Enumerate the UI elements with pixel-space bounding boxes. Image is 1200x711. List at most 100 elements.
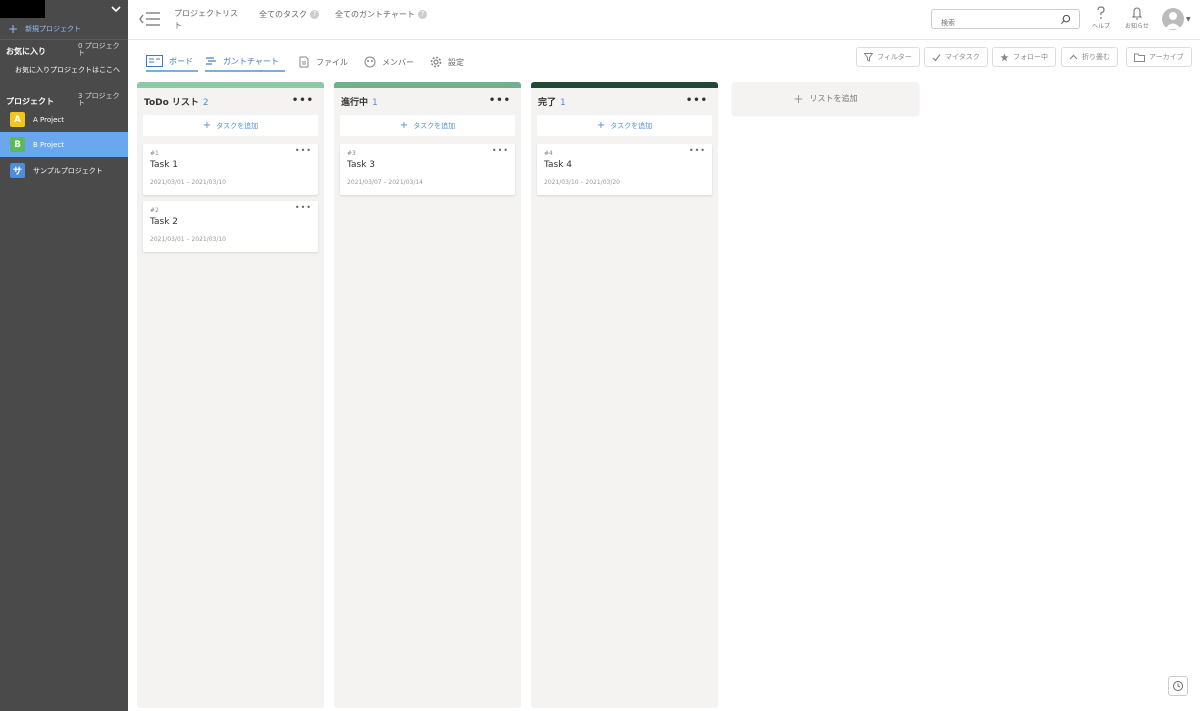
filter-button[interactable]: フィルター bbox=[856, 47, 920, 67]
search-input[interactable] bbox=[932, 14, 1047, 32]
my-tasks-button[interactable]: マイタスク bbox=[924, 47, 988, 67]
search-icon[interactable] bbox=[1060, 14, 1071, 25]
user-icon bbox=[1165, 12, 1181, 29]
column-title[interactable]: 完了 1 bbox=[538, 95, 566, 108]
help-button[interactable]: ヘルプ bbox=[1086, 6, 1116, 36]
project-list-link[interactable]: プロジェクトリスト bbox=[174, 8, 238, 32]
notifications-label: お知らせ bbox=[1125, 23, 1149, 30]
task-dates: 2021/03/01 – 2021/03/10 bbox=[150, 236, 226, 243]
new-project-button[interactable]: + 新規プロジェクト bbox=[8, 22, 81, 36]
all-tasks-label: 全てのタスク bbox=[259, 10, 307, 19]
all-tasks-link[interactable]: 全てのタスク? bbox=[259, 9, 319, 20]
add-task-label: タスクを追加 bbox=[216, 121, 259, 130]
card-more-icon[interactable]: ••• bbox=[492, 146, 509, 155]
chevron-up-icon bbox=[1069, 54, 1078, 59]
help-label: ヘルプ bbox=[1091, 23, 1110, 30]
column-more-icon[interactable]: ••• bbox=[489, 95, 511, 106]
collapse-button[interactable]: 折り畳む bbox=[1061, 47, 1118, 67]
tab-members[interactable]: メンバー bbox=[364, 52, 414, 72]
column-color-bar bbox=[531, 82, 718, 88]
add-task-label: タスクを追加 bbox=[413, 121, 456, 130]
column-count: 1 bbox=[560, 98, 566, 108]
task-card[interactable]: #4 Task 4 2021/03/10 – 2021/03/20 ••• bbox=[537, 144, 712, 195]
plus-icon: + bbox=[399, 120, 409, 131]
file-icon bbox=[299, 56, 309, 68]
card-more-icon[interactable]: ••• bbox=[295, 203, 312, 212]
card-more-icon[interactable]: ••• bbox=[295, 146, 312, 155]
sidebar-top bbox=[0, 0, 128, 20]
menu-collapse-icon[interactable] bbox=[138, 10, 162, 28]
add-task-button[interactable]: + タスクを追加 bbox=[143, 115, 318, 136]
add-list-button[interactable]: + リストを追加 bbox=[732, 82, 919, 115]
filter-icon bbox=[864, 52, 873, 62]
tab-board-label: ボード bbox=[169, 56, 193, 66]
column-count: 1 bbox=[372, 98, 378, 108]
following-label: フォロー中 bbox=[1013, 53, 1048, 61]
following-button[interactable]: フォロー中 bbox=[992, 47, 1056, 67]
sidebar-item-label: サンプルプロジェクト bbox=[33, 166, 103, 175]
plus-icon: + bbox=[202, 120, 212, 131]
sidebar-item-a-project[interactable]: A A Project bbox=[0, 107, 128, 132]
plus-icon: + bbox=[596, 120, 606, 131]
add-task-button[interactable]: + タスクを追加 bbox=[340, 115, 515, 136]
card-more-icon[interactable]: ••• bbox=[689, 146, 706, 155]
task-dates: 2021/03/01 – 2021/03/10 bbox=[150, 179, 226, 186]
history-button[interactable] bbox=[1168, 676, 1188, 696]
caret-down-icon[interactable]: ▼ bbox=[1186, 16, 1191, 23]
column-title-label: 進行中 bbox=[341, 98, 369, 108]
all-gantt-link[interactable]: 全てのガントチャート? bbox=[335, 9, 427, 20]
task-dates: 2021/03/10 – 2021/03/20 bbox=[544, 179, 620, 186]
board-column-in-progress: 進行中 1 ••• + タスクを追加 #3 Task 3 2021/03/07 – … bbox=[334, 82, 521, 708]
project-badge: A bbox=[10, 112, 25, 127]
sidebar-item-label: A Project bbox=[33, 115, 64, 124]
chevron-down-icon[interactable] bbox=[110, 3, 122, 15]
archive-label: アーカイブ bbox=[1149, 53, 1184, 61]
tab-gantt[interactable]: ガントチャート bbox=[205, 52, 285, 72]
plus-icon: + bbox=[8, 22, 19, 36]
top-header: プロジェクトリスト 全てのタスク? 全てのガントチャート? ヘルプ お知らせ ▼ bbox=[128, 0, 1200, 40]
task-card[interactable]: #3 Task 3 2021/03/07 – 2021/03/14 ••• bbox=[340, 144, 515, 195]
tab-members-label: メンバー bbox=[382, 57, 414, 67]
favorites-empty-hint: お気に入りプロジェクトはここへ bbox=[15, 66, 120, 74]
avatar[interactable] bbox=[1162, 8, 1184, 30]
tab-files[interactable]: ファイル bbox=[298, 52, 348, 72]
add-task-button[interactable]: + タスクを追加 bbox=[537, 115, 712, 136]
plus-icon: + bbox=[793, 91, 804, 106]
star-icon bbox=[1000, 53, 1009, 61]
notifications-button[interactable]: お知らせ bbox=[1122, 6, 1152, 36]
archive-button[interactable]: アーカイブ bbox=[1126, 47, 1192, 67]
projects-count: 3 プロジェクト bbox=[78, 92, 120, 107]
sidebar-item-label: B Project bbox=[33, 140, 64, 149]
task-card[interactable]: #1 Task 1 2021/03/01 – 2021/03/10 ••• bbox=[143, 144, 318, 195]
help-circle-icon: ? bbox=[417, 10, 427, 19]
search-box[interactable] bbox=[931, 9, 1080, 32]
board-icon bbox=[146, 55, 163, 67]
projects-heading: プロジェクト bbox=[6, 97, 54, 106]
add-list-label: リストを追加 bbox=[809, 94, 858, 103]
column-title-label: 完了 bbox=[538, 98, 557, 108]
sidebar-item-b-project[interactable]: B B Project bbox=[0, 132, 128, 157]
filter-label: フィルター bbox=[877, 53, 912, 61]
task-number: #1 bbox=[150, 150, 159, 157]
task-dates: 2021/03/07 – 2021/03/14 bbox=[347, 179, 423, 186]
task-number: #2 bbox=[150, 207, 159, 214]
column-more-icon[interactable]: ••• bbox=[292, 95, 314, 106]
task-number: #4 bbox=[544, 150, 553, 157]
history-icon bbox=[1173, 681, 1183, 691]
column-title[interactable]: 進行中 1 bbox=[341, 95, 378, 108]
gear-icon bbox=[430, 56, 442, 68]
sidebar-item-sample-project[interactable]: サ サンプルプロジェクト bbox=[0, 158, 128, 183]
tab-gantt-label: ガントチャート bbox=[223, 56, 279, 66]
task-card[interactable]: #2 Task 2 2021/03/01 – 2021/03/10 ••• bbox=[143, 201, 318, 252]
check-icon bbox=[932, 53, 941, 61]
column-more-icon[interactable]: ••• bbox=[686, 95, 708, 106]
project-badge: B bbox=[10, 137, 25, 152]
tab-board[interactable]: ボード bbox=[146, 52, 198, 72]
new-project-label: 新規プロジェクト bbox=[25, 25, 82, 33]
tab-settings[interactable]: 設定 bbox=[430, 52, 464, 72]
workspace-logo[interactable] bbox=[0, 0, 45, 18]
tab-settings-label: 設定 bbox=[448, 57, 464, 67]
column-title[interactable]: ToDo リスト 2 bbox=[144, 95, 209, 108]
project-tabs: ボード ガントチャート ファイル メンバー 設定 フィルター マイタスク フォロ… bbox=[128, 41, 1200, 77]
favorites-count: 0 プロジェクト bbox=[78, 42, 120, 57]
